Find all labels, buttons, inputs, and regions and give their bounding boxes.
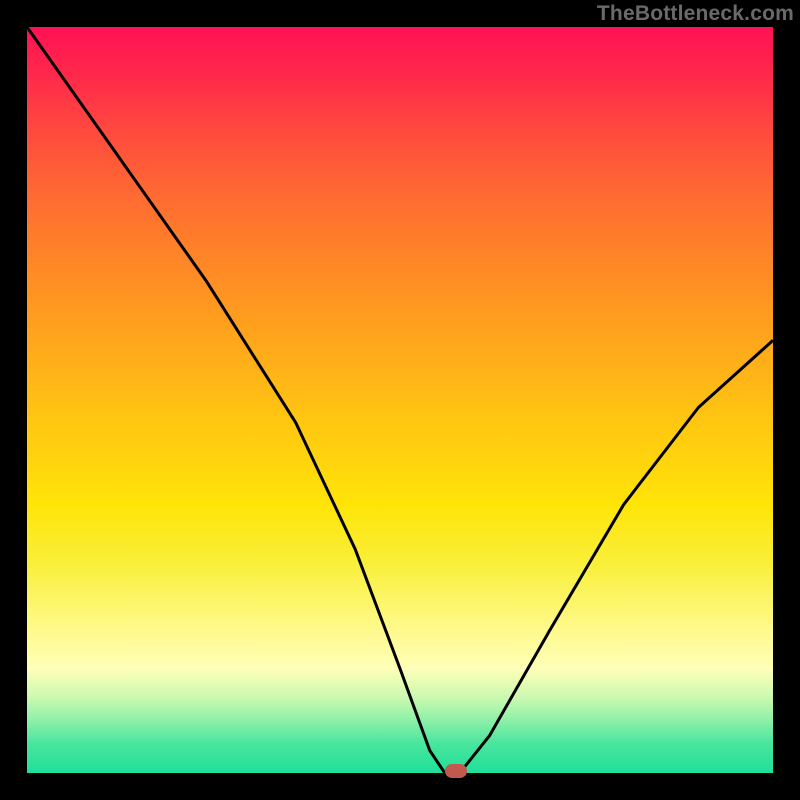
bottleneck-curve <box>27 27 773 773</box>
chart-frame: TheBottleneck.com <box>0 0 800 800</box>
optimal-marker-icon <box>445 764 467 778</box>
curve-path <box>27 27 773 773</box>
watermark-text: TheBottleneck.com <box>597 2 794 26</box>
